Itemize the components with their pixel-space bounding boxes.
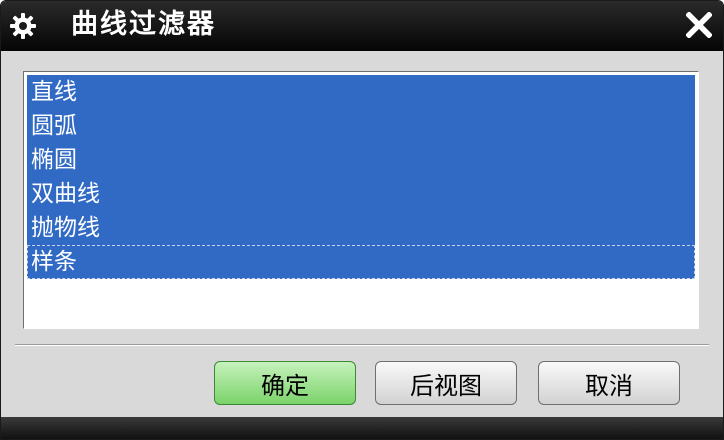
list-item-hyperbola[interactable]: 双曲线 <box>27 177 695 211</box>
back-view-button[interactable]: 后视图 <box>375 361 517 405</box>
list-item-line[interactable]: 直线 <box>27 75 695 109</box>
close-icon[interactable] <box>679 5 719 45</box>
button-separator <box>15 344 709 346</box>
curve-type-listbox[interactable]: 直线 圆弧 椭圆 双曲线 抛物线 样条 <box>23 71 699 329</box>
dialog-title: 曲线过滤器 <box>71 9 216 40</box>
list-item-parabola[interactable]: 抛物线 <box>27 211 695 245</box>
list-item-ellipse[interactable]: 椭圆 <box>27 143 695 177</box>
ok-button[interactable]: 确定 <box>214 361 356 405</box>
list-item-arc[interactable]: 圆弧 <box>27 109 695 143</box>
window-bottom-frame <box>1 417 723 439</box>
cancel-button[interactable]: 取消 <box>538 361 680 405</box>
title-bar[interactable]: 曲线过滤器 <box>1 1 723 51</box>
dialog-window: 曲线过滤器 直线 圆弧 椭圆 双曲线 抛物线 样条 确定 后视图 取消 <box>0 0 724 440</box>
list-item-spline[interactable]: 样条 <box>27 245 695 279</box>
gear-icon[interactable] <box>7 10 39 42</box>
list-items: 直线 圆弧 椭圆 双曲线 抛物线 样条 <box>27 75 695 325</box>
